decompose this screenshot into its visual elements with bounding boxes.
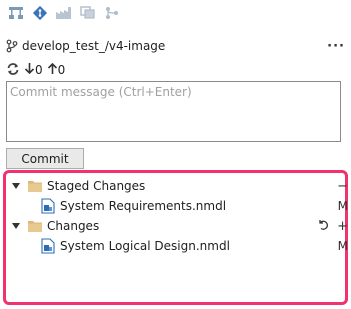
list-item[interactable]: System Requirements.nmdl M [41,197,348,215]
arrow-down-icon [24,62,35,78]
hierarchy-icon[interactable] [6,4,26,22]
arrow-up-icon [47,62,58,78]
git-branch-icon [6,39,20,53]
scm-toolbar [6,4,122,22]
chevron-down-icon[interactable] [10,220,22,232]
commit-message-input[interactable] [6,81,341,142]
staged-changes-label: Staged Changes [47,179,146,193]
factory-icon[interactable] [54,4,74,22]
model-file-icon [41,198,55,214]
staged-file-name: System Requirements.nmdl [60,199,227,213]
folder-icon [28,220,42,232]
chevron-down-icon[interactable] [10,180,22,192]
more-actions-button[interactable]: ··· [327,39,345,54]
discard-all-button[interactable] [317,218,329,234]
sync-icon[interactable] [6,62,20,79]
branch-name[interactable]: develop_test_/v4-image [22,39,165,53]
unstage-all-button[interactable]: − [337,179,348,194]
changes-panel: Staged Changes − System Requirements.nmd… [3,170,348,305]
changes-group[interactable]: Changes + [10,217,348,235]
stage-all-button[interactable]: + [337,219,348,234]
outgoing-commits: 0 [47,62,66,78]
staged-changes-group[interactable]: Staged Changes − [10,177,348,195]
outgoing-count: 0 [57,63,66,77]
modified-status-badge: M [337,199,348,213]
list-item[interactable]: System Logical Design.nmdl M [41,237,348,255]
branch-row: develop_test_/v4-image ··· [6,36,345,56]
branch-sync-icon[interactable] [102,4,122,22]
commit-button[interactable]: Commit [6,148,84,169]
git-diamond-icon[interactable] [30,4,50,22]
changes-label: Changes [47,219,100,233]
model-file-icon [41,238,55,254]
changed-file-name: System Logical Design.nmdl [60,239,230,253]
copy-windows-icon[interactable] [78,4,98,22]
incoming-count: 0 [35,63,43,77]
incoming-commits: 0 [24,62,43,78]
sync-status: 0 0 [6,60,65,80]
folder-icon [28,180,42,192]
modified-status-badge: M [337,239,348,253]
